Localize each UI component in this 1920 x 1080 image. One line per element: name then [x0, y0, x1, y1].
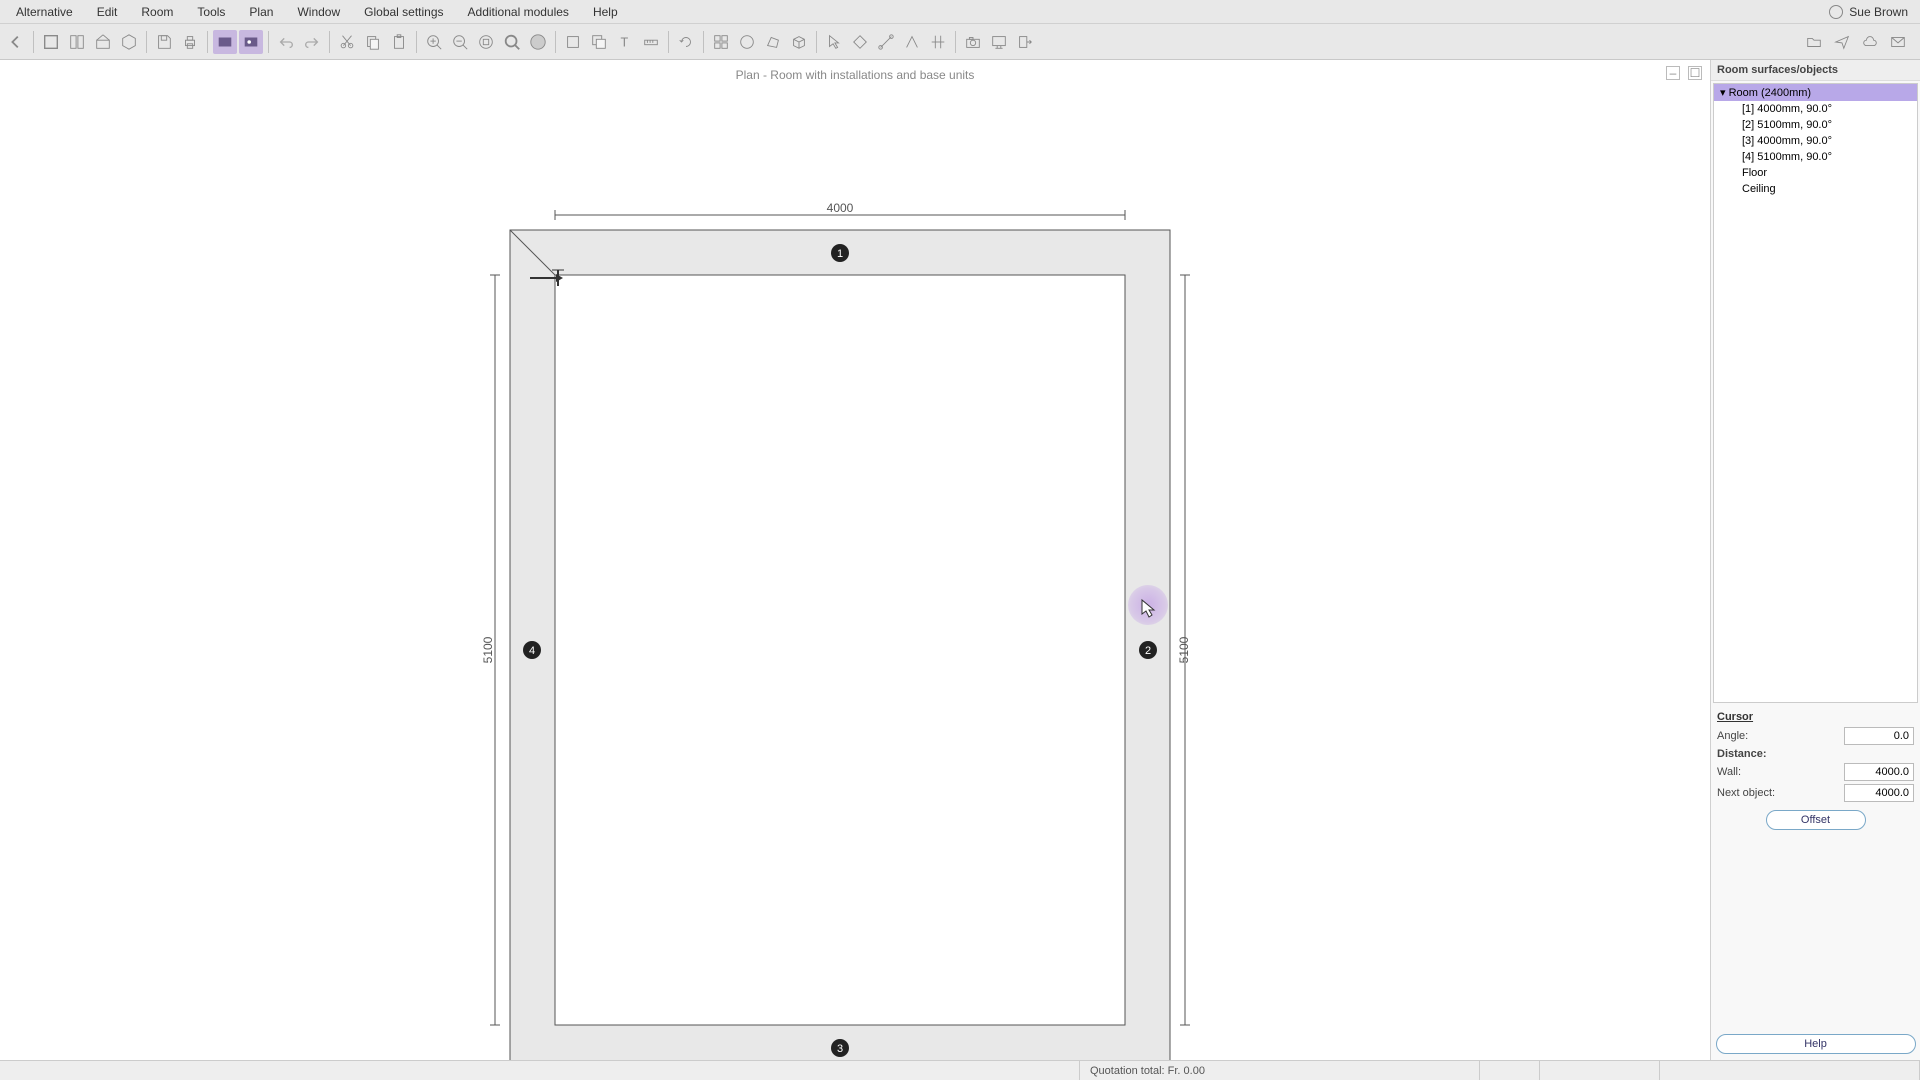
menu-room[interactable]: Room — [129, 1, 185, 23]
back-icon[interactable] — [4, 30, 28, 54]
mail-icon[interactable] — [1886, 30, 1910, 54]
export-icon[interactable] — [1013, 30, 1037, 54]
status-quotation: Quotation total: Fr. 0.00 — [1080, 1061, 1480, 1080]
svg-text:3: 3 — [837, 1043, 843, 1055]
snap2-icon[interactable] — [874, 30, 898, 54]
cloud-icon[interactable] — [1858, 30, 1882, 54]
canvas[interactable]: Plan - Room with installations and base … — [0, 60, 1710, 1060]
grid1-icon[interactable] — [709, 30, 733, 54]
help-button[interactable]: Help — [1716, 1034, 1916, 1054]
side-panel: Room surfaces/objects ▾ Room (2400mm) [1… — [1710, 60, 1920, 1060]
svg-text:2: 2 — [1145, 645, 1151, 657]
main-area: Plan - Room with installations and base … — [0, 60, 1920, 1060]
cut-icon[interactable] — [335, 30, 359, 54]
text-icon[interactable]: T — [613, 30, 637, 54]
menu-edit[interactable]: Edit — [85, 1, 130, 23]
zoom-extents-icon[interactable] — [526, 30, 550, 54]
shape-circle-icon[interactable] — [735, 30, 759, 54]
menu-tools[interactable]: Tools — [185, 1, 237, 23]
next-object-input[interactable] — [1844, 784, 1914, 802]
object-tree[interactable]: ▾ Room (2400mm) [1] 4000mm, 90.0° [2] 51… — [1713, 83, 1918, 703]
tree-ceiling[interactable]: Ceiling — [1714, 181, 1917, 197]
monitor-icon[interactable] — [987, 30, 1011, 54]
zoom-out-icon[interactable] — [448, 30, 472, 54]
zoom-in-icon[interactable] — [422, 30, 446, 54]
user-icon — [1829, 5, 1843, 19]
cursor-title: Cursor — [1717, 711, 1914, 723]
camera-icon[interactable] — [961, 30, 985, 54]
send-icon[interactable] — [1830, 30, 1854, 54]
snap4-icon[interactable] — [926, 30, 950, 54]
snap1-icon[interactable] — [848, 30, 872, 54]
svg-text:T: T — [621, 35, 629, 49]
folder-icon[interactable] — [1802, 30, 1826, 54]
menu-global-settings[interactable]: Global settings — [352, 1, 455, 23]
zoom-fit-icon[interactable] — [474, 30, 498, 54]
menu-window[interactable]: Window — [285, 1, 352, 23]
tree-wall-1[interactable]: [1] 4000mm, 90.0° — [1714, 101, 1917, 117]
statusbar: Quotation total: Fr. 0.00 — [0, 1060, 1920, 1080]
user-name: Sue Brown — [1849, 5, 1908, 19]
select-arrow-icon[interactable] — [822, 30, 846, 54]
toolbar: T — [0, 24, 1920, 60]
wall-label: Wall: — [1717, 766, 1844, 778]
menu-alternative[interactable]: Alternative — [4, 1, 85, 23]
menubar: Alternative Edit Room Tools Plan Window … — [0, 0, 1920, 24]
shape-poly-icon[interactable] — [761, 30, 785, 54]
angle-input[interactable] — [1844, 727, 1914, 745]
wall-input[interactable] — [1844, 763, 1914, 781]
copy-icon[interactable] — [361, 30, 385, 54]
rotate-icon[interactable] — [674, 30, 698, 54]
redo-icon[interactable] — [300, 30, 324, 54]
paste-icon[interactable] — [387, 30, 411, 54]
cursor-section: Cursor Angle: Distance: Wall: Next objec… — [1711, 705, 1920, 844]
menu-help[interactable]: Help — [581, 1, 630, 23]
svg-text:1: 1 — [837, 248, 843, 260]
shape-box-icon[interactable] — [787, 30, 811, 54]
dim-left: 5100 — [481, 636, 495, 663]
measure-icon[interactable] — [639, 30, 663, 54]
picture-mode2-icon[interactable] — [239, 30, 263, 54]
tree-wall-4[interactable]: [4] 5100mm, 90.0° — [1714, 149, 1917, 165]
view-front-icon[interactable] — [91, 30, 115, 54]
view-elevation-icon[interactable] — [65, 30, 89, 54]
tree-wall-3[interactable]: [3] 4000mm, 90.0° — [1714, 133, 1917, 149]
user-area[interactable]: Sue Brown — [1829, 5, 1916, 19]
layer2-icon[interactable] — [587, 30, 611, 54]
offset-button[interactable]: Offset — [1766, 810, 1866, 830]
zoom-window-icon[interactable] — [500, 30, 524, 54]
tree-room-root[interactable]: ▾ Room (2400mm) — [1714, 84, 1917, 101]
menu-additional-modules[interactable]: Additional modules — [456, 1, 581, 23]
room-drawing: 4000 4000 5100 5100 1 2 3 4 — [0, 60, 1710, 1060]
panel-title: Room surfaces/objects — [1711, 60, 1920, 81]
tree-wall-2[interactable]: [2] 5100mm, 90.0° — [1714, 117, 1917, 133]
svg-text:4: 4 — [529, 645, 535, 657]
dim-top: 4000 — [827, 201, 854, 215]
picture-mode1-icon[interactable] — [213, 30, 237, 54]
distance-label: Distance: — [1717, 748, 1914, 760]
layer1-icon[interactable] — [561, 30, 585, 54]
tree-floor[interactable]: Floor — [1714, 165, 1917, 181]
view-plan-icon[interactable] — [39, 30, 63, 54]
menu-plan[interactable]: Plan — [237, 1, 285, 23]
angle-label: Angle: — [1717, 730, 1844, 742]
print-icon[interactable] — [178, 30, 202, 54]
snap3-icon[interactable] — [900, 30, 924, 54]
dim-right: 5100 — [1177, 636, 1191, 663]
undo-icon[interactable] — [274, 30, 298, 54]
next-object-label: Next object: — [1717, 787, 1844, 799]
save-icon[interactable] — [152, 30, 176, 54]
view-3d-icon[interactable] — [117, 30, 141, 54]
